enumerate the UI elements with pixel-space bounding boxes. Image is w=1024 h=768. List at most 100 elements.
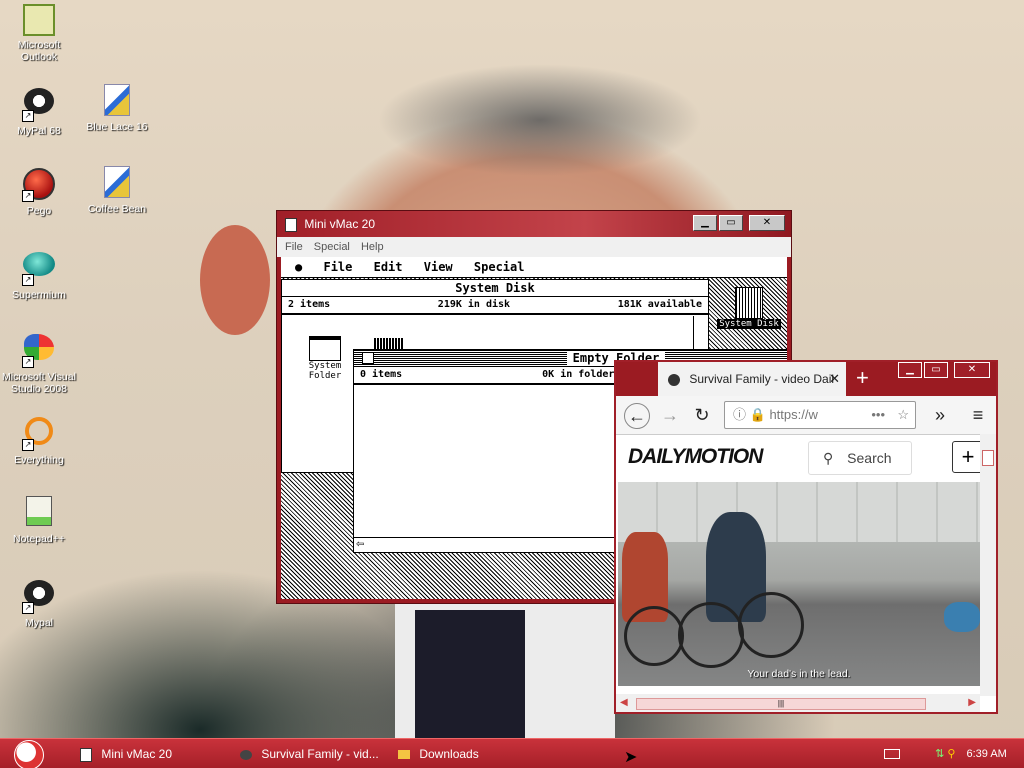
desktop-icon-visualstudio[interactable]: ↗ Microsoft Visual Studio 2008 xyxy=(0,330,79,395)
tab-survival-family[interactable]: Survival Family - video Dail ✕ xyxy=(658,362,846,396)
keyboard-icon[interactable] xyxy=(884,749,900,760)
hamburger-menu-icon[interactable]: ≡ xyxy=(966,403,990,427)
desktop-icon-pego[interactable]: ↗ Pego xyxy=(0,166,79,217)
shortcut-arrow-icon: ↗ xyxy=(22,602,34,614)
taskbar-item-browser[interactable]: Survival Family - vid... xyxy=(240,739,379,768)
mac-menu-file[interactable]: File xyxy=(323,260,352,274)
video-player[interactable]: Your dad's in the lead. xyxy=(618,482,980,686)
scroll-left-arrow-icon[interactable]: ⇦ xyxy=(356,538,364,551)
scroll-thumb[interactable] xyxy=(982,450,994,466)
mac-menu-edit[interactable]: Edit xyxy=(374,260,403,274)
pego-icon: ↗ xyxy=(22,168,56,202)
scroll-thumb[interactable]: ||| xyxy=(636,698,926,710)
page-actions-icon[interactable]: ••• xyxy=(871,402,885,428)
desktop-icon-coffeebean[interactable]: Coffee Bean xyxy=(77,166,157,215)
item-count: 0 items xyxy=(360,369,403,380)
maximize-button[interactable]: ▭ xyxy=(719,215,743,231)
desktop-icon-mypal[interactable]: ↗ Mypal xyxy=(0,576,79,629)
minivmac-titlebar[interactable]: Mini vMac 20 ▁ ▭ ✕ xyxy=(277,211,791,237)
disk-label: System Disk xyxy=(717,319,781,329)
mypal-icon: ↗ xyxy=(22,580,56,614)
overflow-menu-icon[interactable]: » xyxy=(928,403,952,427)
taskbar-item-minivmac[interactable]: Mini vMac 20 xyxy=(80,739,172,768)
bike-wheel xyxy=(678,602,744,668)
horizontal-scrollbar[interactable]: ◀ ||| ▶ xyxy=(616,694,980,712)
shortcut-arrow-icon: ↗ xyxy=(22,439,34,451)
mac-menu-view[interactable]: View xyxy=(424,260,453,274)
minimize-button[interactable]: ▁ xyxy=(693,215,717,231)
system-tray: ⇅ ⚲ 6:39 AM xyxy=(884,739,1024,768)
network-icon[interactable]: ⇅ xyxy=(935,748,944,760)
tab-title: Survival Family - video Dail xyxy=(689,372,835,386)
taskbar-item-label: Mini vMac 20 xyxy=(101,747,173,761)
visual-studio-icon: ↗ xyxy=(22,334,56,368)
reload-button[interactable]: ↻ xyxy=(690,403,714,427)
bike-wheel xyxy=(624,606,684,666)
taskbar-item-downloads[interactable]: Downloads xyxy=(398,739,479,768)
menu-special[interactable]: Special xyxy=(314,241,350,253)
close-button[interactable]: ✕ xyxy=(954,362,990,378)
search-icon: ⚲ xyxy=(823,450,834,466)
dailymotion-favicon-icon xyxy=(668,373,680,386)
tab-close-icon[interactable]: ✕ xyxy=(829,362,840,396)
lock-icon: 🔒 xyxy=(749,407,766,422)
search-label: Search xyxy=(847,450,892,466)
minimize-button[interactable]: ▁ xyxy=(898,362,922,378)
close-box-icon[interactable] xyxy=(362,352,374,364)
browser-tabbar: Survival Family - video Dail ✕ + ▁ ▭ ✕ xyxy=(616,362,996,396)
new-tab-button[interactable]: + xyxy=(856,362,869,394)
desktop-icon-supermium[interactable]: ↗ Supermium xyxy=(0,248,79,301)
shortcut-arrow-icon: ↗ xyxy=(22,356,34,368)
system-disk-titlebar[interactable]: System Disk xyxy=(282,280,708,297)
search-button[interactable]: ⚲ Search xyxy=(808,441,912,475)
scroll-left-arrow-icon[interactable]: ◀ xyxy=(620,694,628,712)
back-button[interactable]: ← xyxy=(624,403,650,429)
dailymotion-header: DAILYMOTION ⚲ Search + xyxy=(616,435,996,481)
desktop-icon-label: Blue Lace 16 xyxy=(86,121,148,133)
desktop-icon-outlook[interactable]: Microsoft Outlook xyxy=(0,4,79,63)
system-disk-title: System Disk xyxy=(449,281,541,295)
search-tray-icon[interactable]: ⚲ xyxy=(947,748,955,760)
system-folder[interactable]: System Folder xyxy=(290,336,360,381)
maximize-button[interactable]: ▭ xyxy=(924,362,948,378)
desktop-icon-everything[interactable]: ↗ Everything xyxy=(0,412,79,466)
desktop-icon-label: MyPal 68 xyxy=(17,125,61,137)
cyclist-right xyxy=(944,602,980,632)
desktop-icon-label: Microsoft Visual Studio 2008 xyxy=(2,371,76,395)
minivmac-task-icon xyxy=(80,747,92,762)
desktop-icon-notepadpp[interactable]: Notepad++ xyxy=(0,494,79,545)
url-bar[interactable]: ⓘ 🔒 https://w ••• ☆ xyxy=(724,401,916,429)
mac-menu-special[interactable]: Special xyxy=(474,260,525,274)
apple-icon[interactable]: ● xyxy=(295,260,302,274)
desktop-icon-label: Notepad++ xyxy=(13,533,65,545)
wallpaper-ear xyxy=(200,225,270,335)
bike-wheel xyxy=(738,592,804,658)
system-disk-desktop-icon[interactable]: System Disk xyxy=(717,287,781,329)
desktop-icon-mypal68[interactable]: ↗ MyPal 68 xyxy=(0,84,79,137)
vertical-scrollbar[interactable] xyxy=(980,434,996,696)
forward-button[interactable]: → xyxy=(658,403,682,427)
disk-icon xyxy=(735,287,763,319)
bluelace-icon xyxy=(100,84,134,118)
browser-toolbar: ← → ↻ ⓘ 🔒 https://w ••• ☆ » ≡ xyxy=(616,396,996,435)
mouse-cursor-icon: ➤ xyxy=(624,749,638,766)
mypal-icon: ↗ xyxy=(22,88,56,122)
bookmark-star-icon[interactable]: ☆ xyxy=(897,402,909,428)
info-icon[interactable]: ⓘ xyxy=(733,407,746,422)
menu-help[interactable]: Help xyxy=(361,241,384,253)
dailymotion-logo[interactable]: DAILYMOTION xyxy=(628,445,763,469)
menu-file[interactable]: File xyxy=(285,241,303,253)
scroll-right-arrow-icon[interactable]: ▶ xyxy=(968,694,976,712)
clock[interactable]: 6:39 AM xyxy=(966,748,1006,760)
everything-icon: ↗ xyxy=(22,417,56,451)
desktop-icon-bluelace[interactable]: Blue Lace 16 xyxy=(77,84,157,133)
folder-size: 0K in folder xyxy=(542,369,615,380)
taskbar-item-label: Downloads xyxy=(419,747,479,761)
item-count: 2 items xyxy=(288,299,331,310)
supermium-icon: ↗ xyxy=(22,252,56,286)
start-button[interactable] xyxy=(14,740,44,768)
mypal-task-icon xyxy=(240,749,252,760)
close-button[interactable]: ✕ xyxy=(749,215,785,231)
system-disk-info: 2 items 219K in disk 181K available xyxy=(282,297,708,315)
browser-window[interactable]: Survival Family - video Dail ✕ + ▁ ▭ ✕ ←… xyxy=(614,360,998,714)
